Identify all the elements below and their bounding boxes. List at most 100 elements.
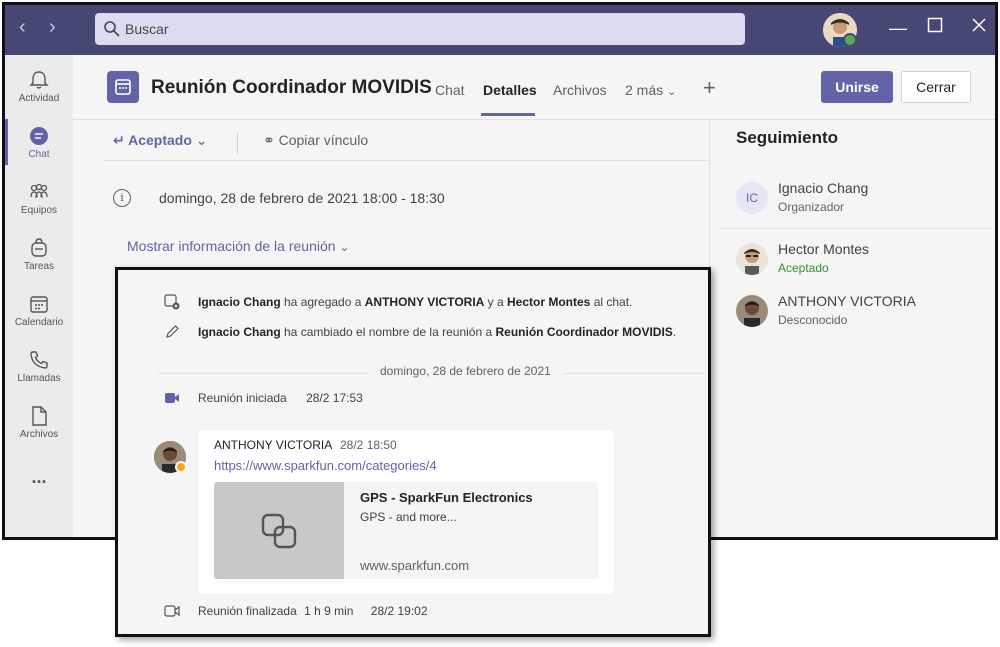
more-apps-icon[interactable]: ...: [5, 467, 73, 491]
rail-item-teams[interactable]: Equipos: [5, 175, 73, 231]
rail-label: Chat: [28, 149, 50, 160]
rail-item-calls[interactable]: Llamadas: [5, 343, 73, 399]
minimize-icon[interactable]: —: [889, 19, 907, 37]
message-text: al chat.: [590, 295, 633, 309]
meeting-name: Reunión Coordinador MOVIDIS: [495, 325, 673, 339]
meeting-ended-row: Reunión finalizada 1 h 9 min 28/2 19:02: [198, 604, 428, 618]
toolbar-divider: [103, 160, 709, 161]
tab-more-label: 2 más: [625, 82, 664, 98]
close-window-icon[interactable]: [971, 17, 987, 36]
bell-icon: [29, 71, 49, 89]
rail-item-tasks[interactable]: Tareas: [5, 231, 73, 287]
meeting-started-label: Reunión iniciada: [198, 391, 287, 405]
attendee-name: Hector Montes: [778, 241, 870, 257]
meeting-calendar-icon: [107, 71, 139, 103]
forward-arrow-icon[interactable]: ›: [49, 17, 56, 37]
meeting-started-time: 28/2 17:53: [306, 391, 363, 405]
meeting-datetime: domingo, 28 de febrero de 2021 18:00 - 1…: [159, 190, 445, 206]
system-message: Ignacio Chang ha cambiado el nombre de l…: [198, 325, 676, 345]
rail-label: Llamadas: [17, 373, 61, 384]
message-link[interactable]: https://www.sparkfun.com/categories/4: [214, 458, 437, 473]
rsvp-label: Aceptado: [128, 132, 192, 148]
chevron-down-icon: ⌄: [195, 132, 208, 148]
file-icon: [32, 406, 47, 426]
actor-name: Ignacio Chang: [198, 295, 281, 309]
info-icon: i: [113, 189, 131, 207]
toolbar-separator: [237, 132, 238, 154]
attendee-name: Ignacio Chang: [778, 180, 869, 196]
maximize-icon[interactable]: [927, 17, 943, 36]
search-icon: [104, 21, 120, 37]
rail-item-calendar[interactable]: Calendario: [5, 287, 73, 343]
copy-link-label: Copiar vínculo: [278, 132, 369, 148]
date-separator: domingo, 28 de febrero de 2021: [368, 364, 563, 378]
tab-more[interactable]: 2 más ⌄: [625, 82, 676, 98]
video-off-icon: [164, 605, 180, 617]
chat-message[interactable]: ANTHONY VICTORIA 28/2 18:50 https://www.…: [198, 430, 614, 594]
chevron-down-icon: ⌄: [339, 240, 350, 254]
message-text: ha agregado a: [280, 295, 365, 309]
message-author: ANTHONY VICTORIA: [214, 438, 333, 452]
rail-item-chat[interactable]: Chat: [5, 119, 73, 175]
teams-icon: [30, 183, 48, 199]
close-button[interactable]: Cerrar: [901, 71, 971, 103]
add-tab-icon[interactable]: +: [703, 75, 716, 101]
meeting-ended-label: Reunión finalizada: [198, 604, 297, 618]
phone-icon: [30, 351, 48, 369]
message-text: y a: [484, 295, 508, 309]
preview-title: GPS - SparkFun Electronics: [360, 490, 533, 505]
preview-domain: www.sparkfun.com: [360, 558, 470, 573]
tracking-title: Seguimiento: [736, 128, 839, 147]
show-info-label: Mostrar información de la reunión: [127, 238, 336, 254]
attendee-name: ANTHONY VICTORIA: [778, 293, 916, 309]
active-tab-indicator: [481, 113, 535, 116]
attendee-item[interactable]: ANTHONY VICTORIA Desconocido: [736, 293, 995, 333]
available-status-icon: [843, 33, 857, 47]
join-button[interactable]: Unirse: [821, 71, 893, 103]
tasks-icon: [31, 238, 47, 257]
back-arrow-icon[interactable]: ‹: [19, 17, 26, 37]
link-icon: [261, 513, 297, 549]
copy-link-button[interactable]: ⚭ Copiar vínculo: [263, 132, 368, 149]
pencil-icon: [166, 325, 179, 338]
rail-item-files[interactable]: Archivos: [5, 399, 73, 455]
message-text: ha cambiado el nombre de la reunión a: [280, 325, 496, 339]
title-bar: ‹ › Buscar —: [5, 5, 995, 55]
attendee-status: Desconocido: [778, 313, 848, 327]
system-message: Ignacio Chang ha agregado a ANTHONY VICT…: [198, 295, 632, 315]
rail-item-activity[interactable]: Actividad: [5, 63, 73, 119]
person-name: Hector Montes: [507, 295, 591, 309]
tab-chat[interactable]: Chat: [435, 82, 465, 98]
attendee-item[interactable]: Hector Montes Aceptado: [736, 241, 995, 281]
show-meeting-info-link[interactable]: Mostrar información de la reunión ⌄: [127, 238, 350, 254]
rail-label: Calendario: [14, 317, 64, 328]
video-camera-icon: [165, 393, 179, 403]
attendee-item[interactable]: IC Ignacio Chang Organizador: [736, 180, 995, 220]
preview-description: GPS - and more...: [360, 510, 457, 524]
avatar: [736, 295, 768, 327]
reply-arrow-icon: ↵: [113, 132, 125, 148]
search-input[interactable]: Buscar: [95, 13, 745, 45]
rail-label: Equipos: [20, 205, 58, 216]
attendee-status: Aceptado: [778, 261, 829, 275]
attendee-role: Organizador: [778, 200, 845, 214]
calendar-icon: [30, 296, 48, 313]
tracking-pane: Seguimiento IC Ignacio Chang Organizador…: [710, 120, 995, 537]
rsvp-dropdown[interactable]: ↵ Aceptado ⌄: [113, 132, 208, 149]
away-status-icon: [175, 461, 187, 473]
list-divider: [720, 228, 992, 229]
rail-label: Tareas: [23, 261, 54, 272]
tab-details[interactable]: Detalles: [483, 82, 537, 98]
app-rail: Actividad Chat Equipos Tareas Calendario…: [5, 55, 73, 537]
actor-name: Ignacio Chang: [198, 325, 281, 339]
rail-label: Archivos: [19, 429, 59, 440]
avatar: [736, 243, 768, 275]
message-time: 28/2 18:50: [340, 438, 397, 452]
rail-label: Actividad: [18, 93, 60, 104]
link-preview-card[interactable]: GPS - SparkFun Electronics GPS - and mor…: [214, 482, 598, 579]
meeting-duration: 1 h 9 min: [304, 604, 354, 618]
meeting-title: Reunión Coordinador MOVIDIS: [151, 77, 432, 98]
avatar: IC: [736, 182, 768, 214]
tab-files[interactable]: Archivos: [553, 82, 607, 98]
chat-icon: [30, 127, 48, 145]
